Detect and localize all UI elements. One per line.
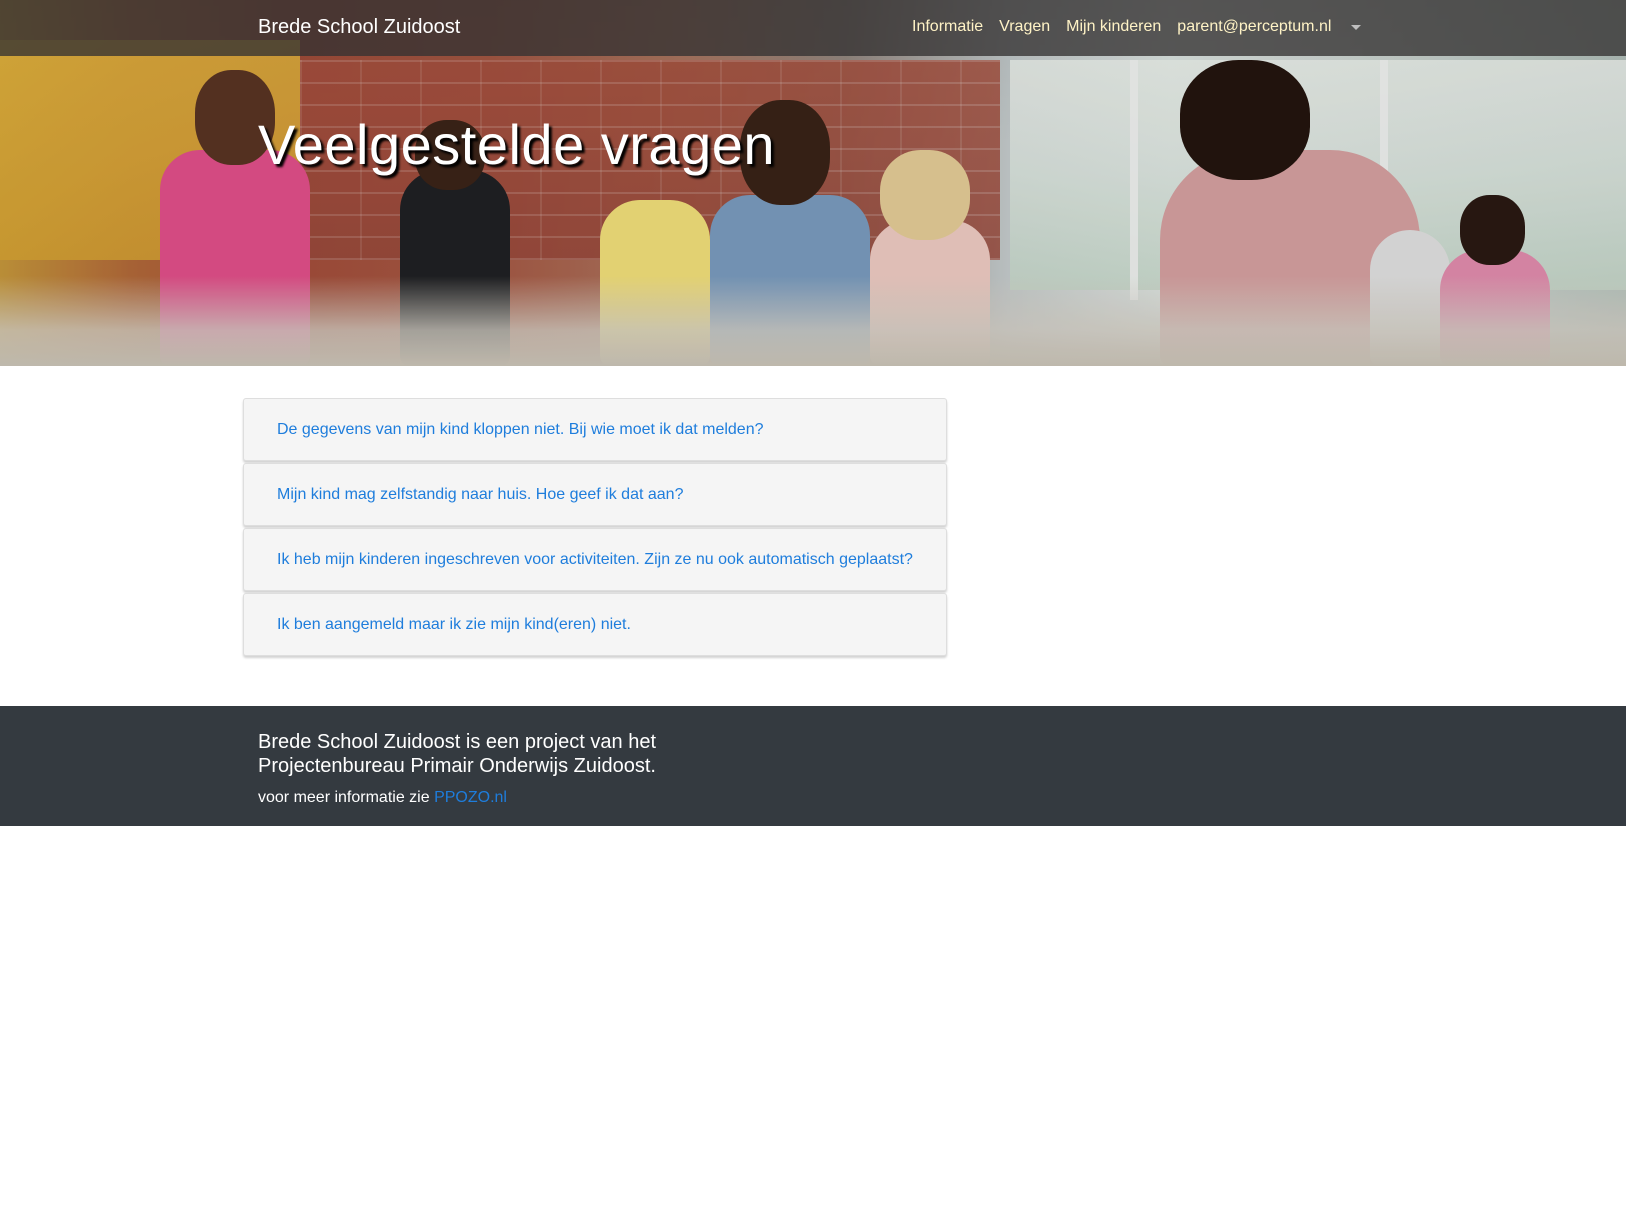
faq-item[interactable]: De gegevens van mijn kind kloppen niet. … (243, 398, 947, 461)
caret-down-icon[interactable] (1351, 25, 1361, 30)
nav-link-vragen[interactable]: Vragen (999, 18, 1050, 36)
page-title: Veelgestelde vragen (258, 113, 775, 176)
footer-more-text: voor meer informatie zie (258, 789, 435, 806)
nav-link-mijn-kinderen[interactable]: Mijn kinderen (1066, 18, 1161, 36)
faq-question-link[interactable]: Mijn kind mag zelfstandig naar huis. Hoe… (277, 486, 683, 504)
faq-item[interactable]: Ik heb mijn kinderen ingeschreven voor a… (243, 528, 947, 591)
faq-list: De gegevens van mijn kind kloppen niet. … (243, 398, 947, 658)
footer-title: Brede School Zuidoost is een project van… (258, 731, 657, 777)
faq-item[interactable]: Ik ben aangemeld maar ik zie mijn kind(e… (243, 593, 947, 656)
nav-link-informatie[interactable]: Informatie (912, 18, 983, 36)
page-footer: Brede School Zuidoost is een project van… (0, 706, 1626, 826)
faq-question-link[interactable]: Ik ben aangemeld maar ik zie mijn kind(e… (277, 616, 631, 634)
faq-question-link[interactable]: De gegevens van mijn kind kloppen niet. … (277, 421, 764, 439)
ppozo-link[interactable]: PPOZO.nl (434, 789, 507, 806)
top-navbar: Brede School Zuidoost Informatie Vragen … (0, 0, 1626, 56)
nav-link-user-email[interactable]: parent@perceptum.nl (1177, 18, 1331, 36)
faq-item[interactable]: Mijn kind mag zelfstandig naar huis. Hoe… (243, 463, 947, 526)
brand-link[interactable]: Brede School Zuidoost (258, 16, 460, 39)
nav-links: Informatie Vragen Mijn kinderen parent@p… (912, 18, 1331, 36)
faq-question-link[interactable]: Ik heb mijn kinderen ingeschreven voor a… (277, 551, 913, 569)
footer-more-info: voor meer informatie zie PPOZO.nl (258, 789, 507, 807)
